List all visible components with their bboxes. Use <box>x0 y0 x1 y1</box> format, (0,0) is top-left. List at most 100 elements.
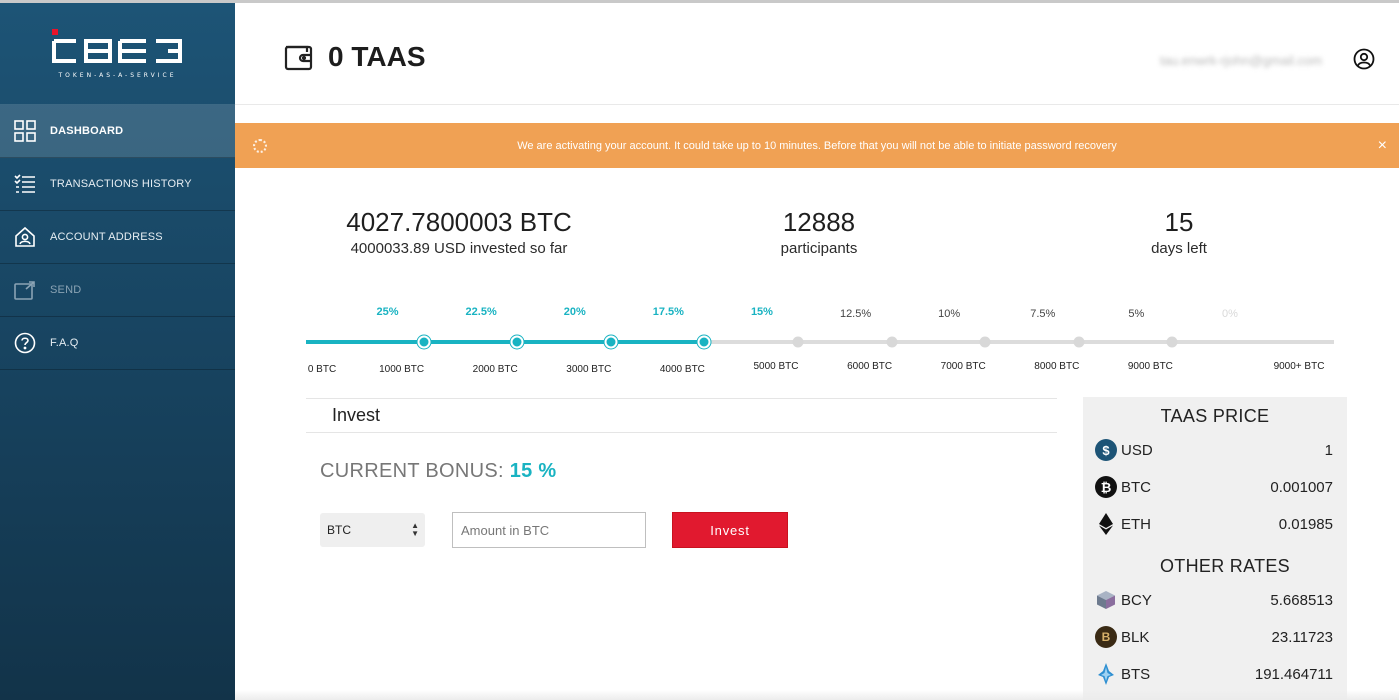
coin-symbol: BLK <box>1121 628 1150 646</box>
ethereum-icon <box>1095 513 1117 535</box>
participants-label: participants <box>780 240 858 257</box>
price-row-blk: B BLK 23.11723 <box>1095 625 1333 649</box>
invest-button[interactable]: Invest <box>672 512 788 548</box>
days-value: 15 <box>1164 207 1194 237</box>
list-icon <box>14 173 36 195</box>
progress-milestone-dot <box>697 335 711 349</box>
current-bonus-label: CURRENT BONUS: <box>320 460 504 482</box>
btc-tick-label: 3000 BTC <box>566 364 612 375</box>
sidebar-item-send[interactable]: SEND <box>0 264 235 317</box>
bottom-fade <box>235 690 1399 700</box>
banner-message: We are activating your account. It could… <box>517 139 1117 152</box>
select-arrows-icon: ▲ ▼ <box>411 521 419 538</box>
coin-value: 0.01985 <box>1278 515 1333 533</box>
btc-tick-label: 6000 BTC <box>847 361 893 372</box>
sidebar-item-dashboard[interactable]: DASHBOARD <box>0 105 235 158</box>
bonus-tier-label: 25% <box>376 306 399 318</box>
logo-tagline: TOKEN-AS-A-SERVICE <box>58 71 177 79</box>
house-user-icon <box>14 226 36 248</box>
token-balance: 0 TAAS <box>328 41 426 72</box>
bonus-tier-label: 0% <box>1222 308 1238 320</box>
raised-usd: 4000033.89 USD invested so far <box>350 240 568 257</box>
coin-value: 5.668513 <box>1270 591 1333 609</box>
btc-tick-label: 0 BTC <box>307 364 337 375</box>
current-bonus-value: 15 % <box>509 460 557 482</box>
bonus-tier-label: 10% <box>938 308 961 320</box>
currency-select[interactable]: BTC ▲ ▼ <box>320 513 425 547</box>
coin-value: 191.464711 <box>1254 665 1333 683</box>
progress-milestone-dot <box>604 335 618 349</box>
grid-icon <box>14 120 36 142</box>
participants-stat: 12888 participants <box>719 207 919 257</box>
coin-value: 23.11723 <box>1271 628 1333 646</box>
bonus-tier-label: 17.5% <box>652 306 684 318</box>
progress-milestone-dot <box>1073 336 1085 348</box>
participants-value: 12888 <box>782 207 856 237</box>
question-circle-icon <box>14 332 36 354</box>
raised-stat: 4027.7800003 BTC 4000033.89 USD invested… <box>309 207 609 257</box>
days-left-stat: 15 days left <box>1129 207 1229 257</box>
bonus-tier-label: 5% <box>1128 308 1145 320</box>
price-row-bcy: BCY 5.668513 <box>1095 588 1333 612</box>
app-window: TOKEN-AS-A-SERVICE DASHBOARD TRANSACTION… <box>0 0 1399 700</box>
bts-icon <box>1095 663 1117 685</box>
taas-price-heading: TAAS PRICE <box>1160 406 1270 426</box>
btc-tick-label: 9000 BTC <box>1127 361 1173 372</box>
amount-input[interactable] <box>452 512 646 548</box>
sidebar-item-faq[interactable]: F.A.Q <box>0 317 235 370</box>
btc-tick-label: 2000 BTC <box>472 364 518 375</box>
user-email: tau.enwrk-rjohn@gmail.com <box>1160 53 1323 68</box>
progress-milestone-dot <box>510 335 524 349</box>
progress-milestone-dot <box>1166 336 1178 348</box>
close-icon[interactable]: × <box>1378 137 1387 155</box>
sidebar-item-account-address[interactable]: ACCOUNT ADDRESS <box>0 211 235 264</box>
btc-tick-label: 4000 BTC <box>659 364 705 375</box>
invest-section-header: Invest <box>306 398 1057 433</box>
bitcoin-icon: ₿ <box>1095 476 1117 498</box>
top-border <box>0 0 1399 3</box>
sidebar-item-label: TRANSACTIONS HISTORY <box>50 178 192 190</box>
invest-title: Invest <box>332 405 381 425</box>
raised-btc: 4027.7800003 BTC <box>346 207 572 237</box>
price-row-btc: ₿ BTC 0.001007 <box>1095 475 1333 499</box>
activation-banner: We are activating your account. It could… <box>235 123 1399 168</box>
btc-tick-label: 7000 BTC <box>940 361 986 372</box>
btc-tick-label: 5000 BTC <box>753 361 799 372</box>
days-label: days left <box>1151 240 1207 257</box>
bonus-tier-label: 22.5% <box>465 306 497 318</box>
btc-tick-label: 8000 BTC <box>1034 361 1080 372</box>
coin-value: 0.001007 <box>1270 478 1333 496</box>
btc-tick-label: 9000+ BTC <box>1273 361 1325 372</box>
coin-symbol: USD <box>1121 441 1153 459</box>
progress-track <box>306 340 1334 344</box>
logo[interactable]: TOKEN-AS-A-SERVICE <box>0 3 235 105</box>
progress-milestone-dot <box>886 336 898 348</box>
coin-symbol: BTC <box>1121 478 1151 496</box>
bonus-tier-label: 12.5% <box>839 308 872 320</box>
bonus-tier-label: 20% <box>563 306 586 318</box>
other-rates-heading: OTHER RATES <box>1160 556 1290 576</box>
btc-tick-label: 1000 BTC <box>379 364 425 375</box>
sidebar-item-transactions-history[interactable]: TRANSACTIONS HISTORY <box>0 158 235 211</box>
user-circle-icon[interactable] <box>1353 48 1375 70</box>
blk-coin-icon: B <box>1095 626 1117 648</box>
coin-symbol: ETH <box>1121 515 1151 533</box>
coin-symbol: BCY <box>1121 591 1152 609</box>
sidebar-item-label: ACCOUNT ADDRESS <box>50 231 163 243</box>
sidebar-item-label: DASHBOARD <box>50 125 124 137</box>
dollar-icon: $ <box>1095 439 1117 461</box>
current-bonus: CURRENT BONUS: 15 % <box>320 460 557 483</box>
loading-spinner-icon <box>253 139 267 153</box>
logo-mark-icon <box>51 28 182 63</box>
currency-select-value: BTC <box>327 523 351 537</box>
progress-milestone-dot <box>792 336 804 348</box>
price-row-usd: $ USD 1 <box>1095 438 1333 462</box>
header: 0 TAAS tau.enwrk-rjohn@gmail.com <box>235 3 1399 105</box>
bonus-tier-label: 15% <box>750 306 773 318</box>
sidebar-item-label: SEND <box>50 284 82 296</box>
coin-symbol: BTS <box>1121 665 1151 683</box>
progress-milestone-dot <box>979 336 991 348</box>
price-row-eth: ETH 0.01985 <box>1095 512 1333 536</box>
sidebar-item-label: F.A.Q <box>50 337 79 349</box>
wallet-icon <box>283 41 315 73</box>
